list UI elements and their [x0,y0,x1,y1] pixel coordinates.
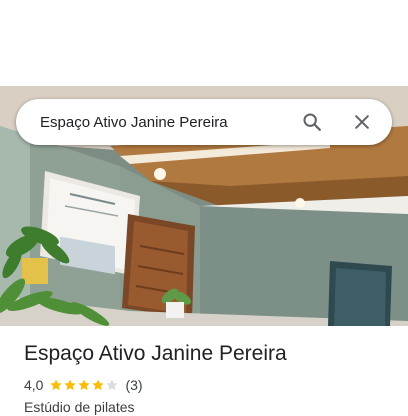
star-filled-icon [92,379,105,391]
star-filled-icon [50,379,63,391]
rating-stars [49,378,119,392]
review-count[interactable]: (3) [125,377,142,393]
search-bar [16,99,392,145]
close-icon [355,115,369,129]
place-title: Espaço Ativo Janine Pereira [24,342,287,365]
place-category[interactable]: Estúdio de pilates [24,398,392,416]
clear-search-button[interactable] [344,104,380,140]
star-empty-icon [106,379,119,391]
search-button[interactable] [294,104,330,140]
star-filled-icon [64,379,77,391]
rating-value: 4,0 [24,377,44,393]
search-icon [303,113,321,131]
rating-row[interactable]: 4,0 (3) [24,376,392,394]
place-info: Espaço Ativo Janine Pereira 4,0 (3) Estú… [24,340,392,416]
star-filled-icon [78,379,91,391]
search-input[interactable] [16,99,294,145]
